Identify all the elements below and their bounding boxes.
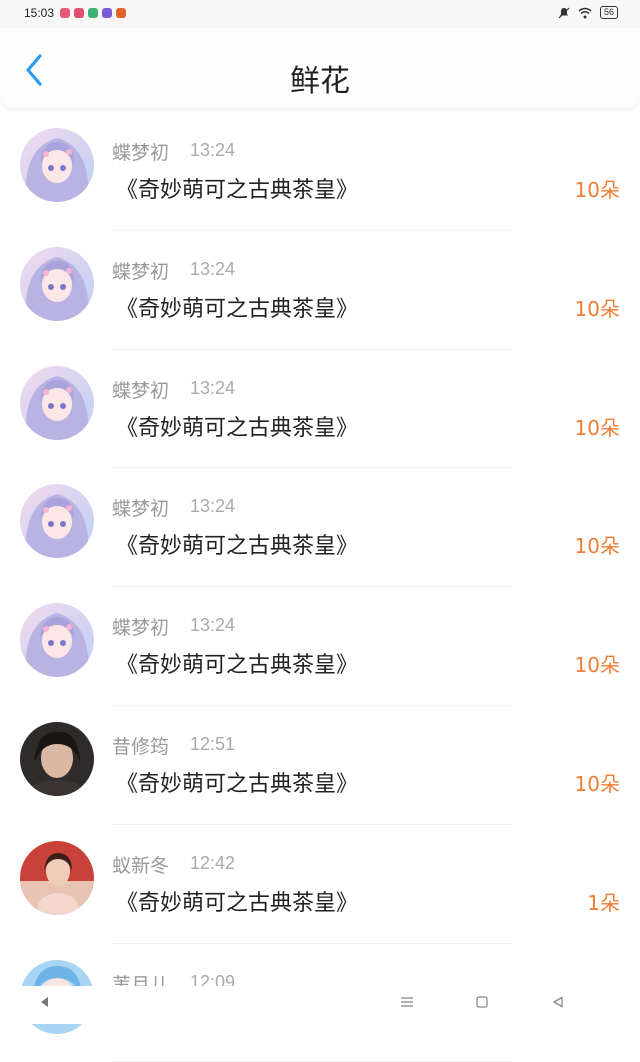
send-time: 13:24 (190, 496, 236, 517)
list-item[interactable]: 蝶梦初 13:24 《奇妙萌可之古典茶皇》 10朵 (0, 587, 640, 706)
app-notification-icon (116, 8, 126, 18)
sender-name: 蝶梦初 (112, 142, 170, 164)
app-notification-icon (60, 8, 70, 18)
send-time: 12:51 (190, 733, 236, 754)
gift-title: 《奇妙萌可之古典茶皇》 (116, 890, 359, 916)
flower-count: 10朵 (574, 296, 620, 321)
wifi-icon (578, 7, 592, 18)
sender-name: 蝶梦初 (112, 617, 170, 640)
mute-icon (558, 7, 570, 18)
send-time: 13:24 (190, 377, 236, 398)
gift-list: 蝶梦初 13:24 《奇妙萌可之古典茶皇》 10朵 蝶梦初 13:24 《奇妙萌可之古典茶皇… (0, 112, 640, 1062)
sender-name: 昔修筠 (112, 735, 170, 758)
list-item[interactable]: 蝶梦初 13:24 《奇妙萌可之古典茶皇》 10朵 (0, 350, 640, 469)
square-home-icon[interactable] (476, 996, 488, 1012)
app-notification-icon (88, 8, 98, 18)
flower-count: 1朵 (587, 890, 620, 915)
status-time: 15:03 (24, 6, 55, 20)
list-item[interactable]: 蝶梦初 13:24 《奇妙萌可之古典茶皇》 10朵 (0, 468, 640, 588)
flower-count: 10朵 (574, 178, 620, 202)
status-bar: 15:03 56 (0, 0, 640, 28)
gift-title: 《奇妙萌可之古典茶皇》 (116, 771, 359, 797)
avatar[interactable] (20, 721, 94, 796)
app-notification-icon (102, 8, 112, 18)
flower-count: 10朵 (574, 415, 620, 440)
status-indicators: 56 (558, 6, 618, 19)
list-item[interactable]: 蝶梦初 13:24 《奇妙萌可之古典茶皇》 10朵 (0, 231, 640, 350)
gift-title: 《奇妙萌可之古典茶皇》 (116, 653, 359, 679)
app-notification-icon (74, 8, 84, 18)
gift-title: 《奇妙萌可之古典茶皇》 (116, 415, 359, 441)
list-item[interactable]: 蚁新冬 12:42 《奇妙萌可之古典茶皇》 1朵 (0, 825, 640, 944)
avatar[interactable] (20, 840, 94, 915)
send-time: 13:24 (190, 615, 236, 636)
triangle-back-icon[interactable] (40, 996, 50, 1012)
triangle-outline-back-icon[interactable] (552, 996, 564, 1012)
sender-name: 蚁新冬 (112, 854, 170, 877)
avatar[interactable] (20, 484, 94, 559)
sender-name: 蝶梦初 (112, 498, 170, 521)
avatar[interactable] (20, 128, 94, 202)
sender-name: 蝶梦初 (112, 379, 170, 402)
battery-level: 56 (599, 6, 618, 19)
gift-title: 《奇妙萌可之古典茶皇》 (116, 534, 359, 560)
flower-count: 10朵 (574, 653, 620, 678)
avatar[interactable] (20, 246, 94, 321)
page-title: 鲜花 (290, 64, 350, 99)
avatar[interactable] (20, 603, 94, 678)
gift-title: 《奇妙萌可之古典茶皇》 (116, 178, 359, 203)
status-app-icons (60, 8, 126, 18)
send-time: 13:24 (190, 258, 236, 279)
header: 鲜花 (0, 28, 640, 108)
gift-title: 《奇妙萌可之古典茶皇》 (116, 296, 359, 322)
navigation-bar (0, 986, 640, 1024)
flower-count: 10朵 (574, 771, 620, 796)
send-time: 13:24 (190, 140, 236, 160)
list-item[interactable]: 昔修筠 12:51 《奇妙萌可之古典茶皇》 10朵 (0, 706, 640, 825)
avatar[interactable] (20, 365, 94, 440)
list-item[interactable]: 蝶梦初 13:24 《奇妙萌可之古典茶皇》 10朵 (0, 112, 640, 231)
flower-count: 10朵 (574, 534, 620, 559)
menu-icon[interactable] (400, 996, 414, 1012)
send-time: 12:42 (190, 852, 236, 873)
sender-name: 蝶梦初 (112, 260, 170, 283)
